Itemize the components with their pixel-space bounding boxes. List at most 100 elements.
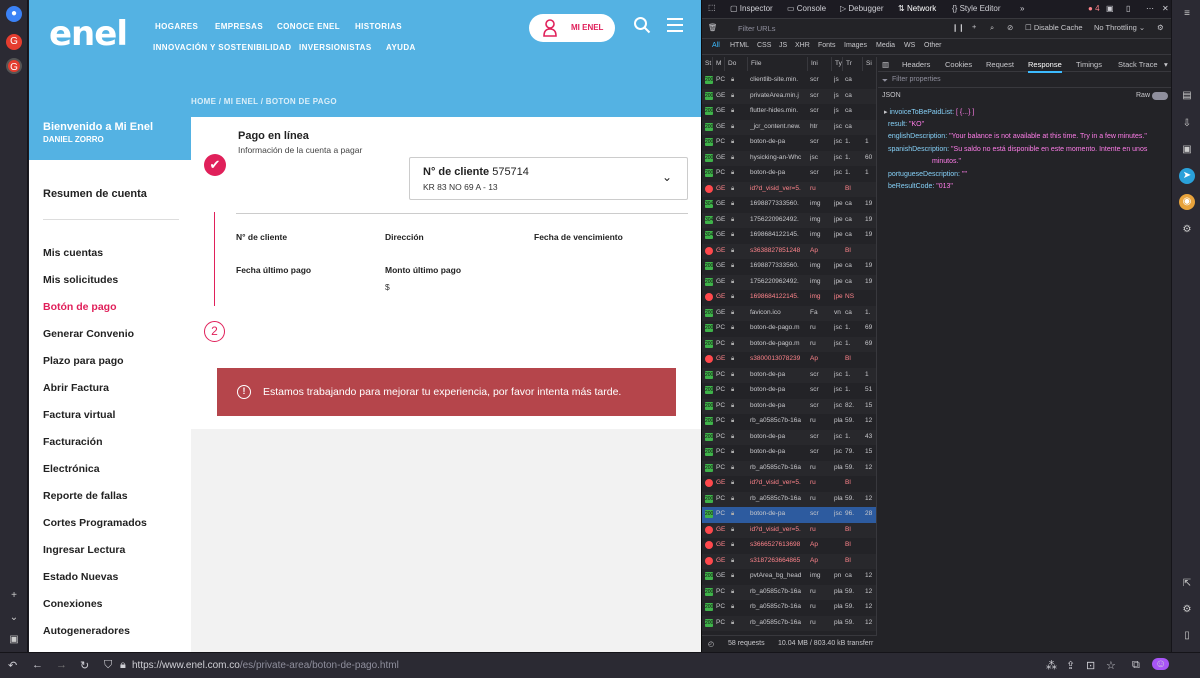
tab-request[interactable]: Request	[986, 60, 1014, 69]
column-header[interactable]: Ty	[832, 57, 843, 71]
request-row[interactable]: 200 GE 1756220962492. img jpe ca 19 🔒︎	[702, 274, 876, 290]
dock-icon[interactable]: ▯	[1126, 4, 1130, 13]
sidebar-item-abrir-factura[interactable]: Abrir Factura	[43, 382, 109, 394]
type-html[interactable]: HTML	[730, 42, 749, 49]
tab-console[interactable]: ▭ Console	[787, 4, 826, 13]
request-row[interactable]: 200 GE flutter-hides.min. scr js ca 🔒︎	[702, 104, 876, 120]
request-row[interactable]: 304 GE 1698684122145. img jpe ca 19 🔒︎	[702, 228, 876, 244]
request-row[interactable]: 200 PC boton-de-pa scr jsc 96. 28 🔒︎	[702, 507, 876, 523]
site-tab-icon[interactable]: G	[6, 34, 22, 50]
chevron-down-icon[interactable]: ⌄	[662, 170, 672, 184]
column-header[interactable]: M	[713, 57, 725, 71]
tab-response[interactable]: Response	[1028, 60, 1062, 73]
chevron-down-icon[interactable]: ⌄	[6, 610, 22, 626]
request-row[interactable]: GE 1698684122145. img jpe NS 🔒︎	[702, 290, 876, 306]
tab-stack-trace[interactable]: Stack Trace	[1118, 60, 1158, 69]
request-row[interactable]: 200 GE privateArea.min.j scr js ca 🔒︎	[702, 88, 876, 104]
reload-icon[interactable]: ↻	[80, 659, 89, 672]
search-icon[interactable]	[633, 16, 651, 34]
sidebar-item-electronica[interactable]: Electrónica	[43, 463, 100, 475]
request-row[interactable]: 200 GE hysicking-an-Whc jsc jsc 1. 60 🔒︎	[702, 150, 876, 166]
responsive-mode-icon[interactable]: ▣	[1106, 4, 1114, 13]
pick-element-icon[interactable]: ⬚	[708, 3, 716, 12]
client-account-dropdown[interactable]: N° de cliente 575714 KR 83 NO 69 A - 13 …	[409, 157, 688, 200]
bookmark-icon[interactable]: ▤	[1179, 88, 1195, 104]
hamburger-menu-icon[interactable]	[667, 18, 683, 32]
nav-inversionistas[interactable]: INVERSIONISTAS	[299, 43, 372, 52]
sidebar-item-cortes-programados[interactable]: Cortes Programados	[43, 517, 147, 529]
translate-icon[interactable]: ⁂	[1046, 659, 1057, 672]
enel-logo[interactable]: enel	[49, 14, 128, 54]
request-row[interactable]: 200 PC rb_a0585c7b-16a ru pla 59. 12 🔒︎	[702, 414, 876, 430]
request-row[interactable]: 200 PC rb_a0585c7b-16a ru pla 59. 12 🔒︎	[702, 615, 876, 631]
sidebar-summary-title[interactable]: Resumen de cuenta	[43, 188, 147, 200]
raw-toggle[interactable]	[1152, 92, 1168, 100]
account-icon[interactable]: ☺	[1152, 658, 1170, 670]
tab-debugger[interactable]: ▷ Debugger	[840, 4, 884, 13]
nav-historias[interactable]: HISTORIAS	[355, 22, 402, 31]
sidebar-item-plazo-para-pago[interactable]: Plazo para pago	[43, 355, 124, 367]
sidebar-item-mis-cuentas[interactable]: Mis cuentas	[43, 247, 103, 259]
search-icon[interactable]: ⌕	[990, 23, 994, 33]
extensions-icon[interactable]: ▣	[1179, 142, 1195, 158]
tab-cookies[interactable]: Cookies	[945, 60, 972, 69]
chevron-down-icon[interactable]: ▾	[1164, 60, 1168, 69]
chrome-icon[interactable]: ◉	[1179, 194, 1195, 210]
share-icon[interactable]: ⇱	[1179, 576, 1195, 592]
shield-icon[interactable]: ⛉	[104, 659, 112, 672]
type-media[interactable]: Media	[876, 42, 895, 49]
tab-timings[interactable]: Timings	[1076, 60, 1102, 69]
lock-icon[interactable]: 🔒︎	[120, 659, 126, 672]
column-header[interactable]: Ini	[808, 57, 832, 71]
request-row[interactable]: 200 GE pvtArea_bg_head img pn ca 12 🔒︎	[702, 569, 876, 585]
request-row[interactable]: 304 GE 1698877333560. img jpe ca 19 🔒︎	[702, 197, 876, 213]
sidebar-item-conexiones[interactable]: Conexiones	[43, 598, 103, 610]
add-icon[interactable]: +	[972, 22, 976, 31]
sidebar-icon[interactable]: ▯	[1179, 628, 1195, 644]
request-row[interactable]: GE s3666527613698 Ap Bl 🔒︎	[702, 538, 876, 554]
request-row[interactable]: GE id?d_visid_ver=5. ru Bl 🔒︎	[702, 522, 876, 538]
type-ws[interactable]: WS	[904, 42, 915, 49]
nav-hogares[interactable]: HOGARES	[155, 22, 198, 31]
type-js[interactable]: JS	[779, 42, 787, 49]
back-icon[interactable]: ←	[32, 659, 43, 671]
tab-style-editor[interactable]: {} Style Editor	[952, 4, 1000, 13]
nav-empresas[interactable]: EMPRESAS	[215, 22, 263, 31]
download-icon[interactable]: ⇩	[1179, 116, 1195, 132]
request-row[interactable]: 200 GE 1698877333560. img jpe ca 19 🔒︎	[702, 259, 876, 275]
sidebar-item-ingresar-lectura[interactable]: Ingresar Lectura	[43, 544, 125, 556]
request-row[interactable]: 200 PC boton-de-pa scr jsc 1. 1 🔒︎	[702, 135, 876, 151]
menu-dots-icon[interactable]: ⋯	[1146, 4, 1154, 13]
type-images[interactable]: Images	[844, 42, 867, 49]
sidebar-item-mis-solicitudes[interactable]: Mis solicitudes	[43, 274, 118, 286]
add-icon[interactable]: +	[6, 588, 22, 604]
json-line[interactable]: ▸ invoiceToBePaidList: [ {...} ]	[884, 108, 974, 116]
performance-icon[interactable]: ◴	[708, 640, 714, 648]
type-other[interactable]: Other	[924, 42, 942, 49]
gear-icon[interactable]: ⚙	[1157, 23, 1164, 32]
request-row[interactable]: 200 PC boton-de-pa scr jsc 1. 51 🔒︎	[702, 383, 876, 399]
column-header[interactable]: Do	[725, 57, 748, 71]
request-row[interactable]: GE s3187263664865 Ap Bl 🔒︎	[702, 553, 876, 569]
trash-icon[interactable]: 🗑	[708, 23, 718, 32]
request-row[interactable]: 200 PC boton-de-pa scr jsc 79. 15 🔒︎	[702, 445, 876, 461]
share-icon[interactable]: ⇪	[1066, 659, 1075, 672]
error-count-badge[interactable]: ● 4	[1088, 4, 1100, 13]
request-row[interactable]: GE id?d_visid_ver=5. ru Bl 🔒︎	[702, 476, 876, 492]
star-icon[interactable]: ☆	[1106, 659, 1116, 672]
request-row[interactable]: 200 PC clientlib-site.min. scr js ca 🔒︎	[702, 73, 876, 89]
tab-inspector[interactable]: ▢ Inspector	[730, 4, 773, 13]
request-row[interactable]: 200 PC rb_a0585c7b-16a ru pla 59. 12 🔒︎	[702, 600, 876, 616]
type-xhr[interactable]: XHR	[795, 42, 810, 49]
menu-icon[interactable]: ≡	[1179, 6, 1195, 22]
sidebar-item-estado-nuevas[interactable]: Estado Nuevas	[43, 571, 118, 583]
request-row[interactable]: 200 PC rb_a0585c7b-16a ru pla 59. 12 🔒︎	[702, 460, 876, 476]
sidebar-item-facturacion[interactable]: Facturación	[43, 436, 103, 448]
extensions-icon[interactable]: ⧉	[1132, 659, 1140, 672]
request-row[interactable]: 200 PC boton-de-pa scr jsc 1. 43 🔒︎	[702, 429, 876, 445]
nav-conoce-enel[interactable]: CONOCE ENEL	[277, 22, 340, 31]
type-all[interactable]: All	[712, 42, 720, 49]
column-header[interactable]: File	[748, 57, 808, 71]
request-row[interactable]: GE s3638827851248 Ap Bl 🔒︎	[702, 243, 876, 259]
request-row[interactable]: 304 GE 1756220962492. img jpe ca 19 🔒︎	[702, 212, 876, 228]
